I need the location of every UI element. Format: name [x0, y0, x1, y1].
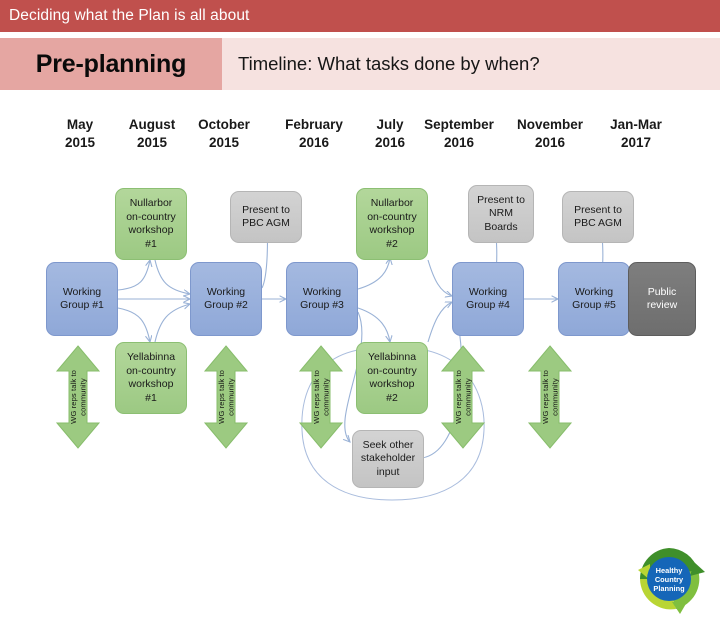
community-arrow-label-wrap: WG reps talk to community [527, 345, 573, 449]
date-month: July [376, 117, 404, 132]
node-working-group-1[interactable]: Working Group #1 [46, 262, 118, 336]
phase-chip-label: Pre-planning [35, 49, 187, 78]
node-nullarbor-workshop-2[interactable]: Nullarbor on-country workshop #2 [356, 188, 428, 260]
slide-header-title: Deciding what the Plan is all about [9, 7, 250, 24]
slide-header-bar: Deciding what the Plan is all about [0, 0, 720, 32]
date-col-2: October 2015 [182, 116, 266, 152]
community-arrow-label: WG reps talk to community [311, 370, 331, 424]
community-arrow-label-wrap: WG reps talk to community [298, 345, 344, 449]
node-yellabinna-workshop-1[interactable]: Yellabinna on-country workshop #1 [115, 342, 187, 414]
node-seek-stakeholder-input[interactable]: Seek other stakeholder input [352, 430, 424, 488]
date-month: September [424, 117, 494, 132]
date-month: October [198, 117, 250, 132]
date-col-7: Jan-Mar 2017 [594, 116, 678, 152]
date-year: 2016 [298, 135, 330, 150]
subheader-caption: Timeline: What tasks done by when? [238, 53, 540, 74]
community-arrow-3[interactable]: WG reps talk to community [440, 345, 486, 449]
healthy-country-planning-logo: Healthy Country Planning [632, 542, 706, 616]
community-arrow-4[interactable]: WG reps talk to community [527, 345, 573, 449]
node-working-group-2[interactable]: Working Group #2 [190, 262, 262, 336]
node-working-group-3[interactable]: Working Group #3 [286, 262, 358, 336]
date-month: May [66, 117, 94, 132]
logo-line-2: Country [654, 574, 684, 584]
community-arrow-0[interactable]: WG reps talk to community [55, 345, 101, 449]
node-working-group-5[interactable]: Working Group #5 [558, 262, 630, 336]
date-month: August [128, 117, 176, 132]
timeline-diagram: May 2015 August 2015 October 2015 Februa… [0, 90, 720, 614]
date-year: 2016 [443, 135, 475, 150]
node-present-nrm-boards[interactable]: Present to NRM Boards [468, 185, 534, 243]
date-month: February [285, 117, 343, 132]
node-present-pbc-agm-2[interactable]: Present to PBC AGM [562, 191, 634, 243]
subheader-bar: Pre-planning Timeline: What tasks done b… [0, 38, 720, 90]
community-arrow-2[interactable]: WG reps talk to community [298, 345, 344, 449]
community-arrow-1[interactable]: WG reps talk to community [203, 345, 249, 449]
date-year: 2016 [534, 135, 566, 150]
community-arrow-label: WG reps talk to community [68, 370, 88, 424]
node-yellabinna-workshop-2[interactable]: Yellabinna on-country workshop #2 [356, 342, 428, 414]
date-col-3: February 2016 [269, 116, 359, 152]
phase-chip: Pre-planning [0, 38, 222, 90]
community-arrow-label-wrap: WG reps talk to community [203, 345, 249, 449]
date-month: November [516, 117, 584, 132]
node-public-review[interactable]: Public review [628, 262, 696, 336]
community-arrow-label-wrap: WG reps talk to community [440, 345, 486, 449]
date-col-6: November 2016 [506, 116, 594, 152]
community-arrow-label: WG reps talk to community [540, 370, 560, 424]
node-present-pbc-agm-1[interactable]: Present to PBC AGM [230, 191, 302, 243]
date-month: Jan-Mar [610, 117, 662, 132]
date-col-5: September 2016 [412, 116, 506, 152]
logo-line-1: Healthy [655, 565, 683, 575]
node-working-group-4[interactable]: Working Group #4 [452, 262, 524, 336]
logo-line-3: Planning [653, 583, 685, 593]
date-year: 2015 [208, 135, 240, 150]
community-arrow-label: WG reps talk to community [216, 370, 236, 424]
community-arrow-label: WG reps talk to community [453, 370, 473, 424]
logo-text: Healthy Country Planning [632, 542, 706, 616]
date-year: 2017 [620, 135, 652, 150]
community-arrow-label-wrap: WG reps talk to community [55, 345, 101, 449]
node-nullarbor-workshop-1[interactable]: Nullarbor on-country workshop #1 [115, 188, 187, 260]
